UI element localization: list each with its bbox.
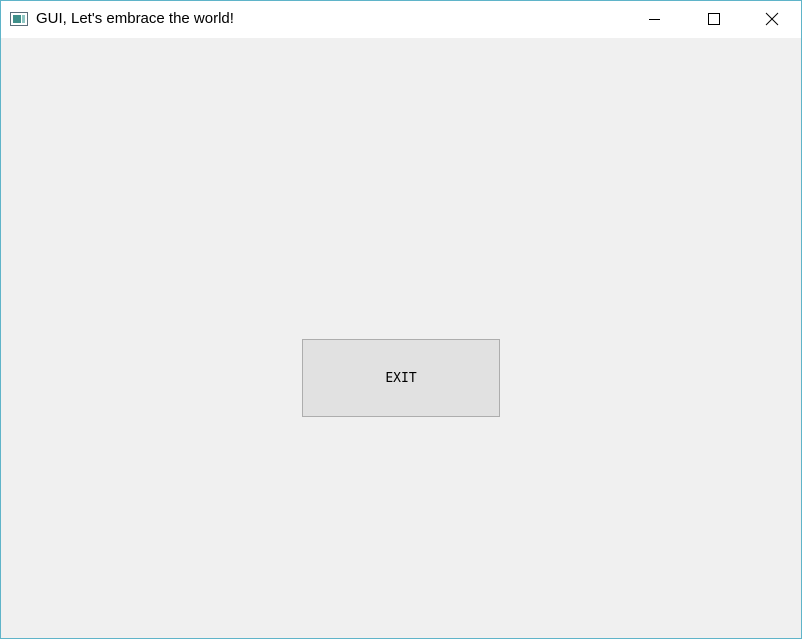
minimize-button[interactable]: [627, 1, 685, 38]
minimize-icon: [649, 19, 660, 20]
app-window: GUI, Let's embrace the world! EXIT: [0, 0, 802, 639]
client-area: EXIT: [1, 38, 801, 638]
maximize-button[interactable]: [685, 1, 743, 38]
window-title: GUI, Let's embrace the world!: [36, 10, 234, 27]
exit-button[interactable]: EXIT: [302, 339, 500, 417]
app-icon: [10, 12, 28, 26]
maximize-icon: [708, 13, 720, 25]
title-bar[interactable]: GUI, Let's embrace the world!: [1, 1, 801, 38]
close-icon: [765, 12, 779, 26]
close-button[interactable]: [743, 1, 801, 38]
